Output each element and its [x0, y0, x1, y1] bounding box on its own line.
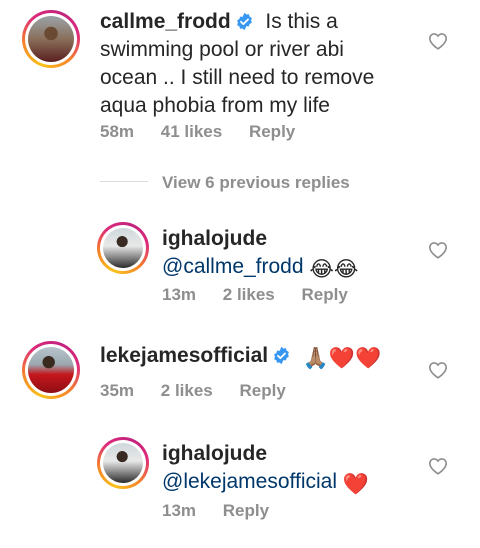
- comment-username[interactable]: callme_frodd: [100, 10, 231, 33]
- mention-link[interactable]: @callme_frodd: [162, 255, 304, 278]
- comment-time: 58m: [100, 122, 135, 141]
- comment-text-line: aqua phobia from my life: [100, 94, 330, 117]
- avatar[interactable]: [97, 222, 149, 274]
- heart-outline-icon[interactable]: [428, 32, 448, 50]
- avatar[interactable]: [22, 10, 80, 68]
- reply-meta: 13m 2 likes Reply: [162, 285, 370, 305]
- mention-link[interactable]: @lekejamesofficial: [162, 470, 337, 493]
- view-previous-replies-button[interactable]: View 6 previous replies: [162, 173, 350, 193]
- replies-divider: [100, 181, 148, 182]
- reply-body: ighalojude @lekejamesofficial ❤️: [162, 440, 452, 499]
- comment-likes[interactable]: 41 likes: [161, 122, 222, 141]
- comment-username[interactable]: lekejamesofficial: [100, 344, 268, 367]
- comment-time: 13m: [162, 285, 197, 304]
- verified-badge-icon: [274, 346, 289, 365]
- reply-button[interactable]: Reply: [240, 381, 286, 400]
- comment-body: lekejamesofficial 🙏🏽❤️❤️: [100, 342, 430, 373]
- comment-body: callme_frodd Is this a swimming pool or …: [100, 8, 430, 120]
- reply-username[interactable]: ighalojude: [162, 442, 267, 465]
- verified-badge-icon: [236, 12, 252, 31]
- heart-outline-icon[interactable]: [428, 457, 448, 475]
- comment-text-line: Is this a: [265, 10, 338, 33]
- heart-outline-icon[interactable]: [428, 361, 448, 379]
- comment-likes[interactable]: 2 likes: [223, 285, 275, 304]
- avatar[interactable]: [22, 341, 80, 399]
- comment-time: 13m: [162, 501, 197, 520]
- comment-meta: 58m 41 likes Reply: [100, 122, 317, 142]
- comment-text-line: ocean .. I still need to remove: [100, 66, 375, 89]
- comment-time: 35m: [100, 381, 135, 400]
- reply-meta: 13m Reply: [162, 501, 291, 521]
- reply-button[interactable]: Reply: [249, 122, 295, 141]
- comment-likes[interactable]: 2 likes: [161, 381, 213, 400]
- emoji: ❤️: [342, 473, 370, 496]
- reply-button[interactable]: Reply: [302, 285, 348, 304]
- heart-outline-icon[interactable]: [428, 241, 448, 259]
- reply-username[interactable]: ighalojude: [162, 227, 267, 250]
- comment-text-line: swimming pool or river abi: [100, 38, 344, 61]
- avatar[interactable]: [97, 437, 149, 489]
- emoji: 🙏🏽❤️❤️: [302, 347, 382, 370]
- reply-button[interactable]: Reply: [223, 501, 269, 520]
- comment-meta: 35m 2 likes Reply: [100, 381, 308, 401]
- reply-body: ighalojude @callme_frodd 😂😂: [162, 225, 452, 284]
- emoji: 😂😂: [309, 258, 359, 281]
